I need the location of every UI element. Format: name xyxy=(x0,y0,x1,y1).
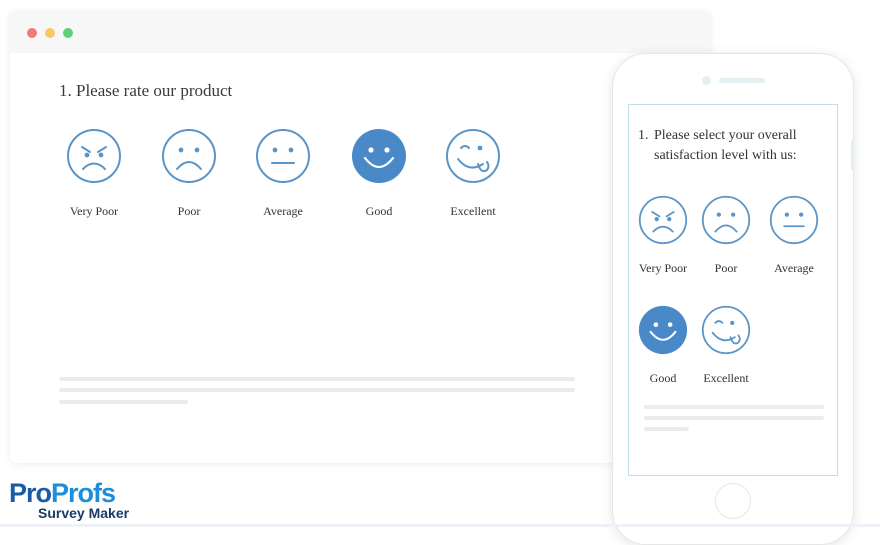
rating-label: Good xyxy=(649,371,677,385)
neutral-face-icon xyxy=(769,195,819,245)
question-title: 1. Please rate our product xyxy=(59,81,233,100)
rating-label: Very Poor xyxy=(638,261,688,275)
rating-option-good[interactable]: Good xyxy=(334,128,424,219)
logo-subtitle: Survey Maker xyxy=(38,505,130,521)
rating-label: Average xyxy=(263,204,303,218)
placeholder-line xyxy=(644,416,824,420)
placeholder-line xyxy=(644,427,689,431)
sad-face-icon xyxy=(701,195,751,245)
phone-side-button xyxy=(851,140,854,170)
winking-tongue-face-icon xyxy=(701,305,751,355)
rating-label: Excellent xyxy=(450,204,496,218)
home-button[interactable] xyxy=(715,483,751,519)
logo-part-pro: Pro xyxy=(9,478,52,508)
maximize-window-dot[interactable] xyxy=(63,28,73,38)
angry-face-icon xyxy=(67,129,121,183)
rating-options: Very Poor Poor Average Good Excellent xyxy=(10,128,610,228)
logo-wordmark: ProProfs xyxy=(9,478,116,508)
neutral-face-icon xyxy=(256,129,310,183)
phone-screen: 1. Please select your overall satisfacti… xyxy=(628,104,838,476)
rating-label: Very Poor xyxy=(69,204,119,218)
rating-label: Good xyxy=(365,204,393,218)
smiling-face-icon xyxy=(638,305,688,355)
proprofs-logo: ProProfs Survey Maker xyxy=(9,478,139,523)
desktop-browser-window: 1. Please rate our product Very Poor Poo… xyxy=(10,11,710,463)
question-text: Please select your overall satisfaction … xyxy=(654,128,797,163)
sad-face-icon xyxy=(162,129,216,183)
camera-icon xyxy=(702,76,711,85)
mobile-rating-option-very-poor[interactable]: Very Poor xyxy=(633,195,693,276)
rating-label: Poor xyxy=(714,261,738,275)
browser-title-bar xyxy=(10,11,710,53)
mobile-rating-option-excellent[interactable]: Excellent xyxy=(696,305,756,386)
angry-face-icon xyxy=(638,195,688,245)
winking-tongue-face-icon xyxy=(446,129,500,183)
smiling-face-icon xyxy=(352,129,406,183)
placeholder-line xyxy=(59,388,575,392)
speaker-grille xyxy=(719,78,765,83)
mobile-rating-option-poor[interactable]: Poor xyxy=(696,195,756,276)
placeholder-line xyxy=(59,377,575,381)
rating-label: Poor xyxy=(177,204,201,218)
rating-option-excellent[interactable]: Excellent xyxy=(428,128,518,219)
mobile-rating-option-average[interactable]: Average xyxy=(764,195,824,276)
mobile-question-title: 1. Please select your overall satisfacti… xyxy=(638,126,833,166)
minimize-window-dot[interactable] xyxy=(45,28,55,38)
mobile-phone-mockup: 1. Please select your overall satisfacti… xyxy=(612,53,854,545)
rating-label: Excellent xyxy=(703,371,749,385)
rating-option-poor[interactable]: Poor xyxy=(144,128,234,219)
logo-part-profs: Profs xyxy=(51,478,116,508)
rating-option-very-poor[interactable]: Very Poor xyxy=(49,128,139,219)
placeholder-line xyxy=(59,400,188,404)
question-number: 1. xyxy=(638,128,649,143)
placeholder-line xyxy=(644,405,824,409)
close-window-dot[interactable] xyxy=(27,28,37,38)
mobile-rating-option-good[interactable]: Good xyxy=(633,305,693,386)
rating-label: Average xyxy=(774,261,814,275)
rating-option-average[interactable]: Average xyxy=(238,128,328,219)
